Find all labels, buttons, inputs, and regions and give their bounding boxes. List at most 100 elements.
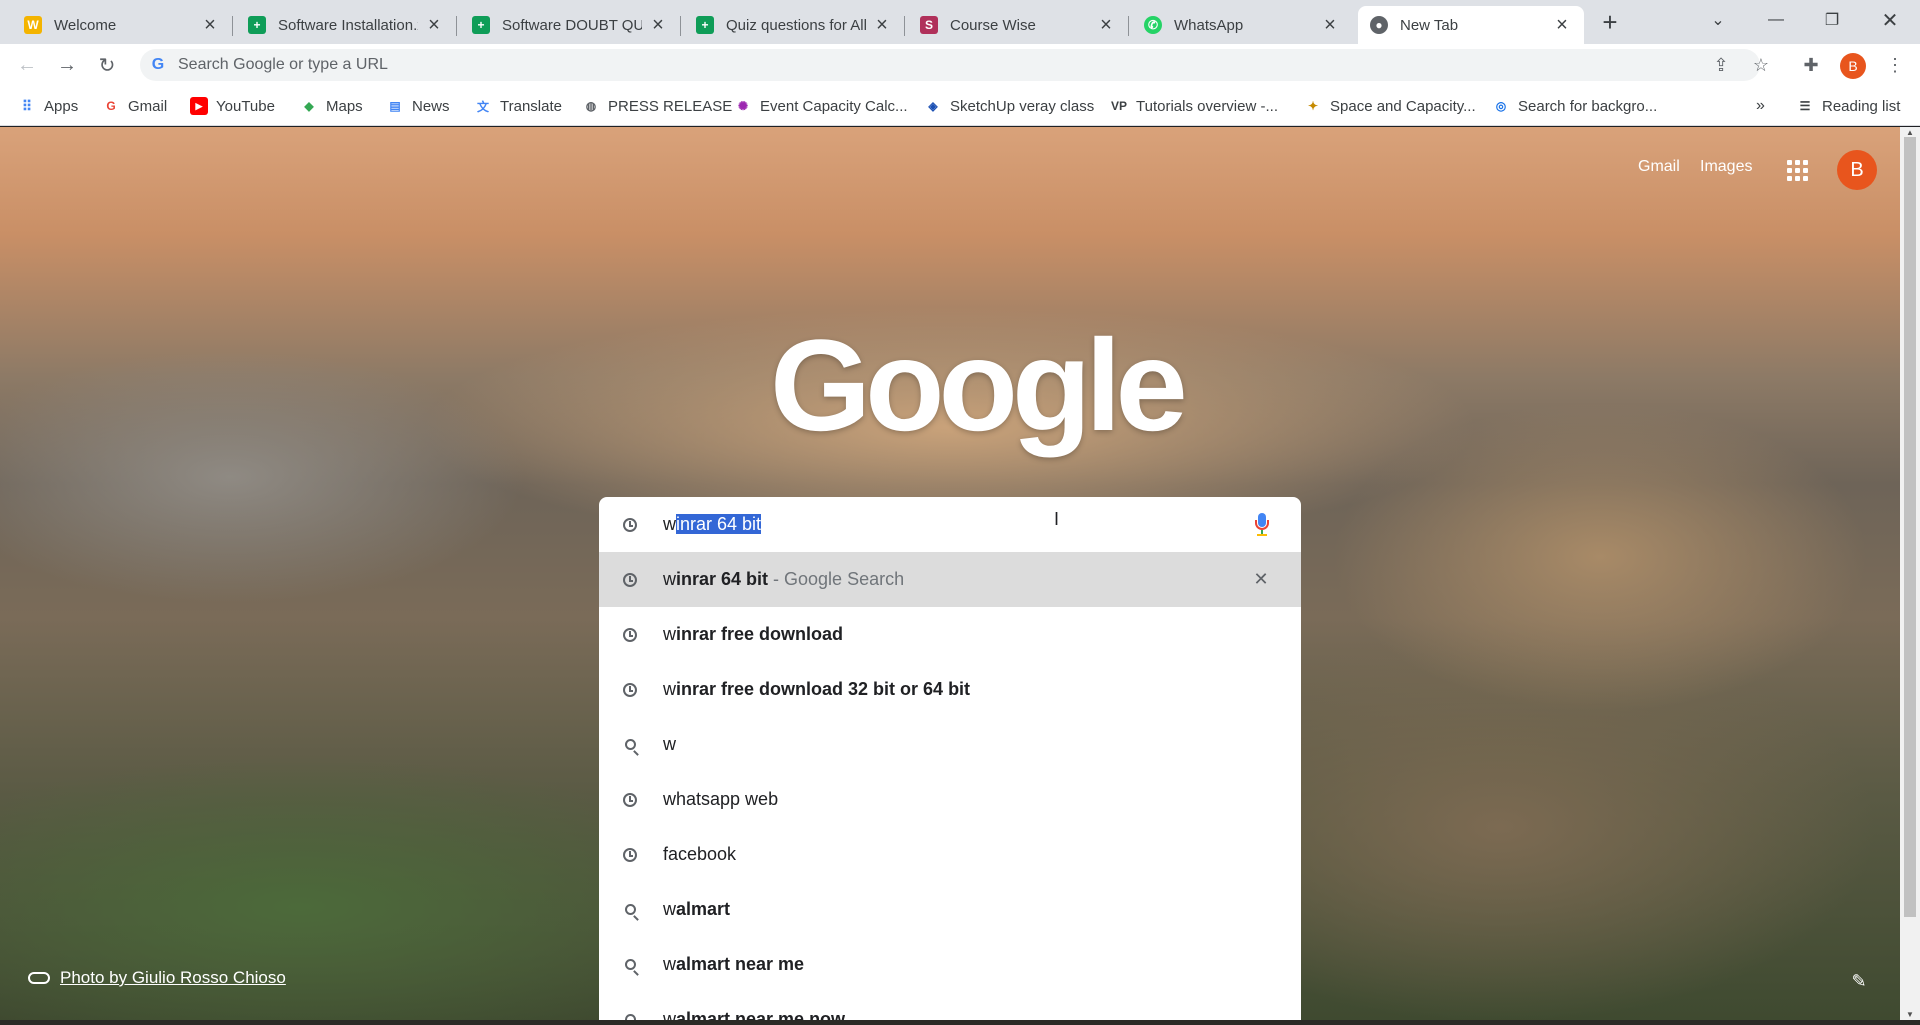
coursewise-icon: S (920, 16, 938, 34)
close-window-button[interactable]: ✕ (1862, 0, 1918, 40)
suggestion-text: facebook (663, 844, 737, 864)
search-input[interactable]: winrar 64 bit (663, 514, 762, 535)
bookmark-label: Maps (326, 97, 363, 115)
bookmark-label: Search for backgro... (1518, 97, 1658, 115)
reload-button[interactable]: ↻ (92, 50, 122, 80)
close-icon[interactable]: × (1552, 14, 1572, 36)
suggestion-item[interactable]: winrar free download 32 bit or 64 bit (599, 662, 1301, 717)
bookmark-gmail[interactable]: G Gmail (102, 94, 167, 118)
search-box[interactable]: winrar 64 bit (599, 497, 1301, 552)
taskbar-edge (0, 1020, 1920, 1025)
link-icon (28, 972, 50, 984)
youtube-icon: ▶ (190, 97, 208, 115)
typed-text: w (663, 514, 676, 534)
tab-title: New Tab (1400, 16, 1459, 34)
scrollbar-thumb[interactable] (1904, 137, 1916, 917)
tab-title: Course Wise (950, 16, 1036, 34)
bookmark-maps[interactable]: ◆ Maps (300, 94, 363, 118)
extensions-icon[interactable]: ✚ (1798, 52, 1824, 78)
translate-icon: 文 (476, 99, 489, 114)
tab-course-wise[interactable]: S Course Wise × (908, 6, 1129, 44)
images-link[interactable]: Images (1700, 158, 1752, 176)
suggestion-text: winrar 64 bit - Google Search (663, 569, 905, 589)
vp-icon: VP (1110, 99, 1127, 113)
tab-software-installation[interactable]: + Software Installation.x × (236, 6, 457, 44)
scrollbar[interactable]: ▲ ▼ (1900, 127, 1920, 1020)
close-icon[interactable]: × (648, 14, 668, 36)
bookmark-star-icon[interactable]: ☆ (1748, 52, 1774, 78)
autocomplete-selection: inrar 64 bit (676, 514, 762, 534)
microphone-icon[interactable] (1254, 513, 1270, 537)
bookmark-search-background[interactable]: ◎ Search for backgro... (1492, 94, 1657, 118)
bookmark-event-capacity[interactable]: ✺ Event Capacity Calc... (734, 94, 908, 118)
tab-separator (232, 16, 233, 36)
search-icon (621, 956, 639, 974)
pencil-icon[interactable]: ✎ (1848, 970, 1870, 992)
suggestion-item[interactable]: winrar free download (599, 607, 1301, 662)
bookmark-space-capacity[interactable]: ✦ Space and Capacity... (1304, 94, 1476, 118)
minimize-button[interactable]: — (1748, 0, 1804, 40)
bookmark-youtube[interactable]: ▶ YouTube (190, 94, 275, 118)
bookmark-press-release[interactable]: ◍ PRESS RELEASE (582, 94, 732, 118)
address-bar[interactable]: G Search Google or type a URL (140, 49, 1760, 81)
more-bookmarks-button[interactable]: » (1756, 94, 1765, 118)
scroll-up-icon[interactable]: ▲ (1900, 127, 1920, 137)
bookmark-label: PRESS RELEASE (608, 97, 733, 115)
browser-toolbar: ← → ↻ G Search Google or type a URL ⇪ ☆ … (0, 44, 1920, 86)
scroll-down-icon[interactable]: ▼ (1900, 1009, 1920, 1019)
close-icon[interactable]: × (872, 14, 892, 36)
menu-icon[interactable]: ⋮ (1882, 52, 1908, 78)
gmail-icon: G (106, 99, 116, 113)
bookmark-translate[interactable]: 文 Translate (474, 94, 562, 118)
google-apps-icon[interactable] (1784, 157, 1810, 183)
suggestion-item[interactable]: walmart (599, 882, 1301, 937)
bookmark-label: Event Capacity Calc... (760, 97, 908, 115)
suggestion-text: walmart (663, 899, 731, 919)
remove-suggestion-icon[interactable]: ✕ (1251, 569, 1271, 590)
tab-separator (1128, 16, 1129, 36)
new-tab-button[interactable]: + (1596, 7, 1624, 37)
suggestion-item[interactable]: winrar 64 bit - Google Search ✕ (599, 552, 1301, 607)
figure-icon: ✦ (1307, 99, 1319, 113)
maximize-button[interactable]: ❐ (1804, 0, 1860, 40)
close-icon[interactable]: × (424, 14, 444, 36)
tab-title: Quiz questions for All (726, 16, 866, 34)
reading-list-button[interactable]: ☰ Reading list (1796, 94, 1901, 118)
close-icon[interactable]: × (200, 14, 220, 36)
account-avatar[interactable]: B (1837, 150, 1877, 190)
tab-whatsapp[interactable]: ✆ WhatsApp × (1132, 6, 1352, 44)
suggestion-item[interactable]: walmart near me (599, 937, 1301, 992)
tab-quiz-questions[interactable]: + Quiz questions for All × (684, 6, 905, 44)
wb-icon: W (24, 16, 42, 34)
suggestion-item[interactable]: walmart near me now (599, 992, 1301, 1020)
photo-credit-link[interactable]: Photo by Giulio Rosso Chioso (60, 968, 286, 988)
share-icon[interactable]: ⇪ (1708, 52, 1734, 78)
google-g-icon: G (151, 56, 165, 73)
suggestion-item[interactable]: facebook (599, 827, 1301, 882)
tab-strip: W Welcome × + Software Installation.x × … (0, 0, 1920, 44)
bookmark-sketchup[interactable]: ◈ SketchUp veray class (924, 94, 1094, 118)
bookmark-apps[interactable]: ⠿ Apps (18, 94, 78, 118)
back-button[interactable]: ← (12, 50, 42, 80)
tab-search-button[interactable]: ⌄ (1690, 0, 1746, 40)
close-icon[interactable]: × (1320, 14, 1340, 36)
bookmark-news[interactable]: ▤ News (386, 94, 449, 118)
suggestion-text: whatsapp web (663, 789, 779, 809)
suggestion-item[interactable]: whatsapp web (599, 772, 1301, 827)
forward-button[interactable]: → (52, 50, 82, 80)
close-icon[interactable]: × (1096, 14, 1116, 36)
tab-welcome[interactable]: W Welcome × (12, 6, 233, 44)
gmail-link[interactable]: Gmail (1638, 158, 1680, 176)
profile-avatar[interactable]: B (1840, 53, 1866, 79)
tab-new-tab[interactable]: ● New Tab × (1358, 6, 1584, 44)
tab-title: WhatsApp (1174, 16, 1244, 34)
reading-list-icon: ☰ (1799, 99, 1811, 113)
suggestion-item[interactable]: w (599, 717, 1301, 772)
sheets-icon: + (696, 16, 714, 34)
tab-software-doubt[interactable]: + Software DOUBT QUE × (460, 6, 681, 44)
address-bar-placeholder: Search Google or type a URL (178, 56, 388, 73)
clock-icon (621, 626, 639, 644)
bookmark-label: Apps (44, 97, 79, 115)
reading-list-label: Reading list (1822, 97, 1901, 115)
bookmark-tutorials[interactable]: VP Tutorials overview -... (1110, 94, 1278, 118)
